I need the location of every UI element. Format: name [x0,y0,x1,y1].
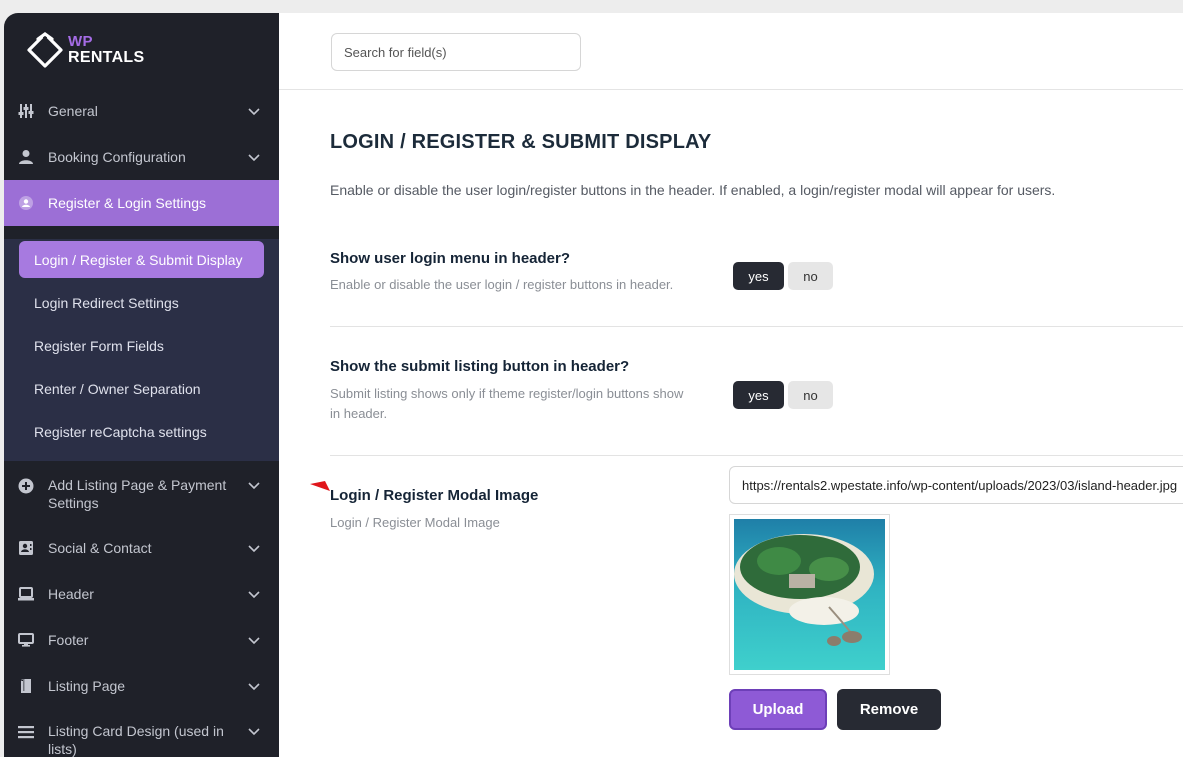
yes-button[interactable]: yes [733,262,784,290]
divider [330,326,1183,327]
sidebar-item-header[interactable]: Header [4,572,279,616]
remove-button[interactable]: Remove [837,689,941,730]
option-description-submit-listing-button: Submit listing shows only if theme regis… [330,386,684,421]
chevron-down-icon [248,482,260,490]
sidebar-item-booking-configuration[interactable]: Booking Configuration [4,135,279,179]
brand-wp-text: WP [68,33,93,50]
island-image [734,519,885,670]
laptop-icon [18,586,34,602]
sidebar-item-label: Footer [48,632,89,648]
contact-card-icon [18,540,34,556]
sidebar-item-listing-card-design[interactable]: Listing Card Design (used in lists) [4,716,279,757]
sidebar-item-label: Register & Login Settings [48,195,206,211]
sidebar-item-label: Booking Configuration [48,149,186,165]
toggle-user-login-menu: yes no [733,262,833,290]
chevron-down-icon [248,591,260,599]
sidebar-item-label: General [48,103,98,119]
sidebar-item-label: Social & Contact [48,540,152,556]
image-url-input[interactable] [729,466,1183,504]
yes-button[interactable]: yes [733,381,784,409]
sidebar-item-add-listing-payment-settings[interactable]: Add Listing Page & Payment Settings [4,468,279,520]
page-description: Enable or disable the user login/registe… [330,182,1056,198]
submenu-item-register-recaptcha-settings[interactable]: Register reCaptcha settings [19,413,264,450]
pointer-arrow-icon [310,481,330,491]
sidebar-item-label: Add Listing Page & Payment Settings [48,477,227,511]
sidebar-item-social-contact[interactable]: Social & Contact [4,526,279,570]
divider [330,455,1183,456]
option-title-user-login-menu: Show user login menu in header? [330,250,571,267]
sidebar-item-listing-page[interactable]: Listing Page [4,664,279,708]
user-icon [18,149,34,165]
option-title-submit-listing-button: Show the submit listing button in header… [330,358,630,375]
submenu-item-login-redirect-settings[interactable]: Login Redirect Settings [19,284,264,321]
top-bar [279,13,1183,90]
main-content: LOGIN / REGISTER & SUBMIT DISPLAY Enable… [279,13,1183,757]
sidebar-item-label: Listing Page [48,678,126,694]
logo-diamond-icon [27,31,63,68]
sidebar-submenu: Login / Register & Submit Display Login … [4,239,279,461]
chevron-down-icon [248,683,260,691]
sidebar: WP RENTALS General Booking Configuration… [4,13,279,757]
sidebar-item-label: Listing Card Design (used in lists) [48,723,224,757]
brand-rentals-text: RENTALS [68,49,145,66]
plus-circle-icon [18,478,34,494]
sidebar-item-register-login-settings[interactable]: Register & Login Settings [4,180,279,226]
option-description-modal-image: Login / Register Modal Image [330,515,500,530]
chevron-down-icon [248,637,260,645]
page-title: LOGIN / REGISTER & SUBMIT DISPLAY [330,131,712,153]
no-button[interactable]: no [788,381,833,409]
option-description-user-login-menu: Enable or disable the user login / regis… [330,277,674,292]
option-title-modal-image: Login / Register Modal Image [330,487,539,504]
upload-button[interactable]: Upload [729,689,827,730]
list-icon [18,724,34,740]
submenu-item-renter-owner-separation[interactable]: Renter / Owner Separation [19,370,264,407]
monitor-icon [18,632,34,648]
submenu-item-register-form-fields[interactable]: Register Form Fields [19,327,264,364]
no-button[interactable]: no [788,262,833,290]
toggle-submit-listing-button: yes no [733,381,833,409]
sidebar-item-general[interactable]: General [4,89,279,133]
chevron-down-icon [248,154,260,162]
chevron-down-icon [248,728,260,736]
sliders-icon [18,103,34,119]
submenu-item-login-register-submit-display[interactable]: Login / Register & Submit Display [19,241,264,278]
sidebar-item-footer[interactable]: Footer [4,618,279,662]
search-input[interactable] [331,33,581,71]
chevron-down-icon [248,545,260,553]
user-circle-icon [18,195,34,211]
sidebar-item-label: Header [48,586,94,602]
document-icon [18,678,34,694]
chevron-down-icon [248,108,260,116]
modal-image-preview [729,514,890,675]
